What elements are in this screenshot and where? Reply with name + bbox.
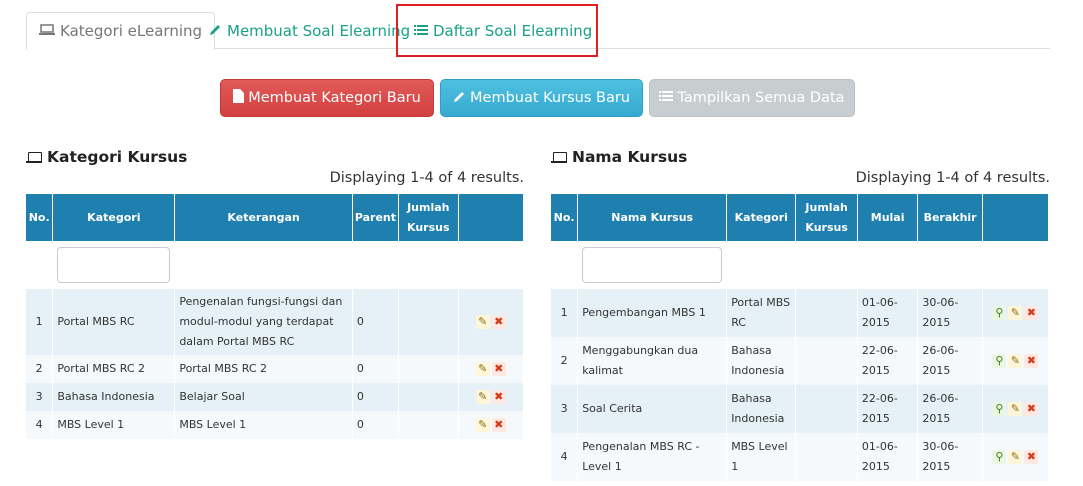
col-kategori[interactable]: Kategori (726, 194, 797, 241)
col-jumlah[interactable]: Jumlah Kursus (398, 194, 459, 241)
delete-icon[interactable]: ✖ (491, 390, 506, 404)
table-row: 4 MBS Level 1 MBS Level 1 0 ✎ ✖ (26, 411, 523, 439)
button-label: Membuat Kategori Baru (248, 90, 421, 106)
delete-icon[interactable]: ✖ (1024, 306, 1039, 320)
col-kategori[interactable]: Kategori (52, 194, 176, 241)
edit-icon[interactable]: ✎ (475, 390, 490, 404)
col-actions (982, 194, 1048, 241)
col-keterangan[interactable]: Keterangan (174, 194, 353, 241)
col-jumlah[interactable]: Jumlah Kursus (795, 194, 858, 241)
delete-icon[interactable]: ✖ (491, 362, 506, 376)
table-row: 1 Portal MBS RC Pengenalan fungsi-fungsi… (26, 289, 523, 355)
pencil-icon (209, 22, 222, 40)
list-icon (414, 22, 428, 40)
col-actions (458, 194, 523, 241)
table-row: 4 Pengenalan MBS RC - Level 1 MBS Level … (551, 433, 1048, 481)
show-all-button[interactable]: Tampilkan Semua Data (649, 79, 855, 117)
course-summary: Displaying 1-4 of 4 results. (855, 170, 1050, 186)
laptop-icon (39, 22, 55, 40)
tab-label: Daftar Soal Elearning (433, 21, 593, 40)
button-label: Membuat Kursus Baru (470, 90, 630, 106)
delete-icon[interactable]: ✖ (491, 418, 506, 432)
view-icon[interactable]: ⚲ (992, 306, 1007, 320)
tab-daftar-soal[interactable]: Daftar Soal Elearning (402, 12, 604, 49)
table-row: 1 Pengembangan MBS 1 Portal MBS RC 01-06… (551, 289, 1048, 337)
delete-icon[interactable]: ✖ (1024, 354, 1039, 368)
file-icon (233, 89, 245, 107)
tab-label: Membuat Soal Elearning (227, 21, 411, 40)
course-panel-title: Nama Kursus (551, 148, 687, 166)
edit-icon[interactable]: ✎ (475, 362, 490, 376)
tab-membuat-soal[interactable]: Membuat Soal Elearning (197, 12, 422, 49)
category-filter-input[interactable] (57, 247, 171, 283)
laptop-icon (551, 151, 567, 163)
edit-icon[interactable]: ✎ (475, 315, 490, 329)
col-berakhir[interactable]: Berakhir (917, 194, 983, 241)
col-mulai[interactable]: Mulai (857, 194, 919, 241)
delete-icon[interactable]: ✖ (491, 315, 506, 329)
view-icon[interactable]: ⚲ (992, 354, 1007, 368)
pencil-icon (453, 90, 466, 107)
category-summary: Displaying 1-4 of 4 results. (329, 170, 524, 186)
tab-bar: Kategori eLearning Membuat Soal Elearnin… (26, 12, 1050, 50)
category-table: No. Kategori Keterangan Parent Jumlah Ku… (26, 194, 523, 439)
course-table: No. Nama Kursus Kategori Jumlah Kursus M… (551, 194, 1048, 481)
edit-icon[interactable]: ✎ (1008, 450, 1023, 464)
table-row: 2 Menggabungkan dua kalimat Bahasa Indon… (551, 337, 1048, 385)
delete-icon[interactable]: ✖ (1024, 402, 1039, 416)
view-icon[interactable]: ⚲ (992, 450, 1007, 464)
button-label: Tampilkan Semua Data (677, 90, 845, 106)
table-row: 3 Soal Cerita Bahasa Indonesia 22-06-201… (551, 385, 1048, 433)
tab-kategori-elearning[interactable]: Kategori eLearning (26, 12, 216, 50)
list-icon (659, 90, 674, 106)
col-no[interactable]: No. (26, 194, 54, 241)
edit-icon[interactable]: ✎ (1008, 402, 1023, 416)
col-no[interactable]: No. (551, 194, 579, 241)
view-icon[interactable]: ⚲ (992, 402, 1007, 416)
edit-icon[interactable]: ✎ (1008, 354, 1023, 368)
table-row: 3 Bahasa Indonesia Belajar Soal 0 ✎ ✖ (26, 383, 523, 411)
new-category-button[interactable]: Membuat Kategori Baru (220, 79, 434, 117)
tab-label: Kategori eLearning (60, 22, 203, 40)
laptop-icon (26, 151, 42, 163)
category-panel-title: Kategori Kursus (26, 148, 187, 166)
table-row: 2 Portal MBS RC 2 Portal MBS RC 2 0 ✎ ✖ (26, 355, 523, 383)
delete-icon[interactable]: ✖ (1024, 450, 1039, 464)
edit-icon[interactable]: ✎ (1008, 306, 1023, 320)
edit-icon[interactable]: ✎ (475, 418, 490, 432)
col-nama-kursus[interactable]: Nama Kursus (577, 194, 728, 241)
new-course-button[interactable]: Membuat Kursus Baru (440, 79, 643, 117)
course-filter-input[interactable] (582, 247, 723, 283)
col-parent[interactable]: Parent (352, 194, 400, 241)
